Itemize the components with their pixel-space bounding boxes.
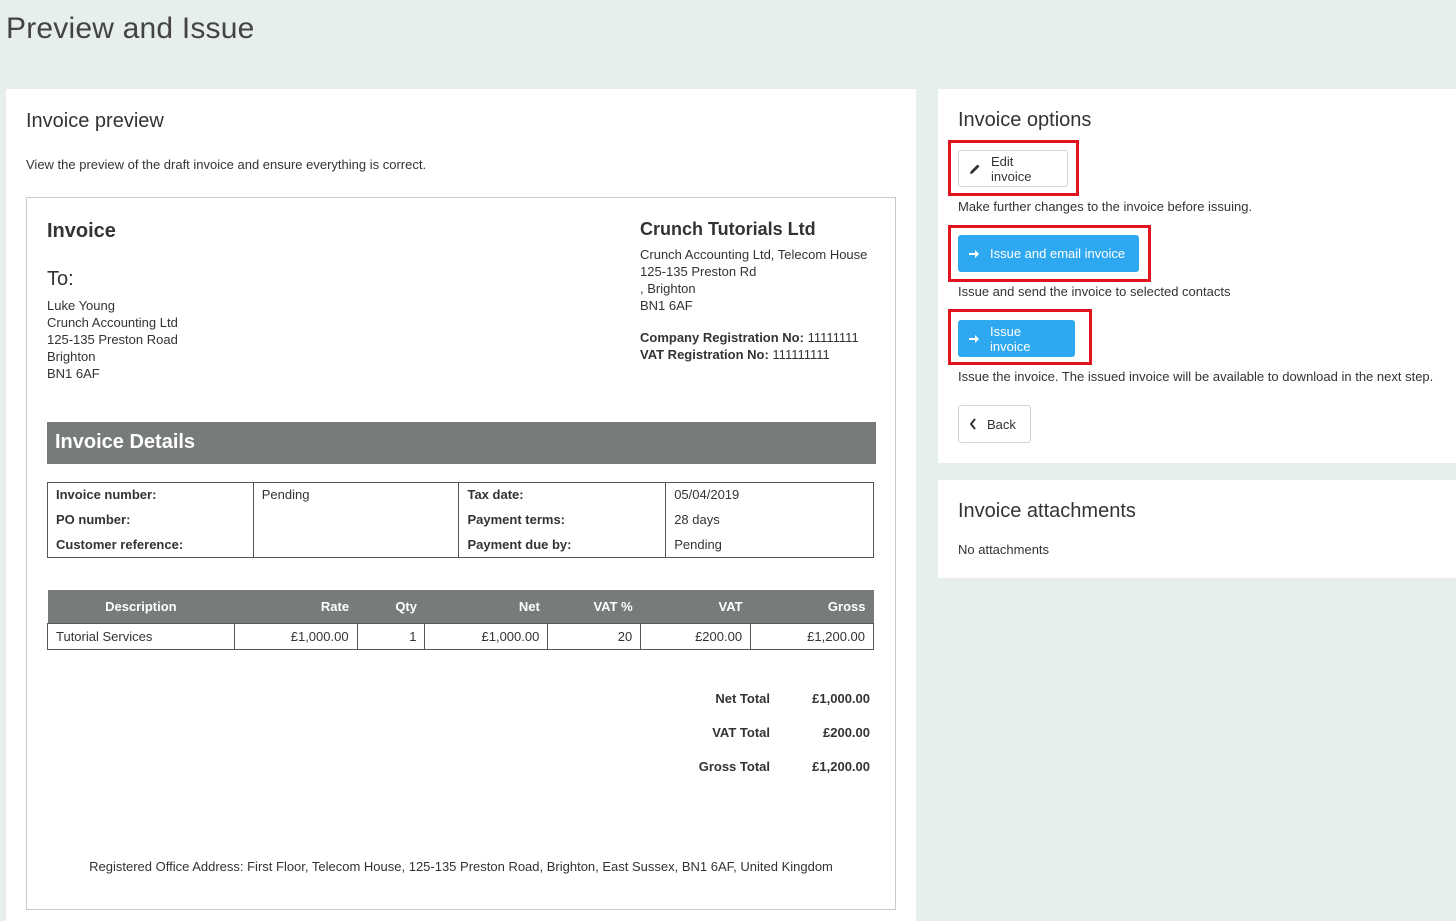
payment-due-value: Pending: [665, 532, 874, 558]
invoice-preview-description: View the preview of the draft invoice an…: [26, 157, 427, 172]
chevron-left-icon: [969, 418, 977, 430]
customer-ref-label: Customer reference:: [47, 532, 254, 558]
recipient-line: Luke Young: [47, 298, 115, 313]
column-header: Gross: [750, 590, 874, 623]
invoice-meta-table: Invoice number: Pending Tax date: 05/04/…: [47, 482, 874, 558]
issue-and-email-help: Issue and send the invoice to selected c…: [958, 284, 1231, 299]
item-qty: 1: [356, 622, 426, 650]
recipient-line: Crunch Accounting Ltd: [47, 315, 178, 330]
tax-date-label: Tax date:: [458, 482, 667, 508]
recipient-line: Brighton: [47, 349, 96, 364]
line-items-table: Description Rate Qty Net VAT % VAT Gross…: [47, 590, 874, 650]
item-description: Tutorial Services: [47, 622, 235, 650]
item-gross: £1,200.00: [750, 622, 874, 650]
tax-date-value: 05/04/2019: [665, 482, 874, 508]
back-label: Back: [987, 416, 1016, 432]
arrow-right-icon: [968, 333, 980, 345]
invoice-options-title: Invoice options: [958, 109, 1092, 131]
invoice-document: Invoice To: Luke Young Crunch Accounting…: [26, 197, 896, 910]
column-header: VAT: [640, 590, 751, 623]
invoice-preview-title: Invoice preview: [26, 110, 164, 132]
no-attachments-text: No attachments: [958, 542, 1050, 557]
pencil-icon: [969, 163, 981, 175]
po-number-label: PO number:: [47, 507, 254, 533]
company-line: Crunch Accounting Ltd, Telecom House: [640, 247, 868, 262]
issue-invoice-help: Issue the invoice. The issued invoice wi…: [958, 369, 1434, 384]
vat-reg-value: 111111111: [772, 347, 830, 362]
customer-ref-value: [252, 532, 460, 558]
company-reg-label: Company Registration No:: [640, 330, 804, 345]
column-header: Qty: [357, 590, 425, 623]
item-net: £1,000.00: [424, 622, 549, 650]
company-name: Crunch Tutorials Ltd: [640, 219, 816, 239]
column-header: Net: [424, 590, 548, 623]
payment-terms-label: Payment terms:: [458, 507, 667, 533]
company-address: Crunch Accounting Ltd, Telecom House 125…: [640, 246, 867, 314]
item-vat-pct: 20: [547, 622, 642, 650]
item-rate: £1,000.00: [233, 622, 358, 650]
to-label: To:: [47, 268, 74, 290]
arrow-right-icon: [968, 248, 980, 260]
payment-terms-value: 28 days: [665, 507, 874, 533]
edit-invoice-label: Edit invoice: [991, 153, 1032, 184]
item-vat: £200.00: [640, 622, 752, 650]
issue-invoice-label: Issue invoice: [990, 323, 1031, 354]
edit-invoice-help: Make further changes to the invoice befo…: [958, 199, 1253, 214]
invoice-details-header: Invoice Details: [47, 422, 876, 464]
vat-total-label: VAT Total: [712, 725, 770, 740]
gross-total-value: £1,200.00: [812, 759, 870, 774]
issue-invoice-button[interactable]: Issue invoice: [958, 320, 1075, 357]
back-button[interactable]: Back: [958, 405, 1031, 443]
payment-due-label: Payment due by:: [458, 532, 667, 558]
invoice-heading: Invoice: [47, 220, 116, 242]
recipient-address: Luke Young Crunch Accounting Ltd 125-135…: [47, 297, 178, 382]
column-header: Rate: [234, 590, 358, 623]
company-line: 125-135 Preston Rd: [640, 264, 757, 279]
invoice-number-label: Invoice number:: [47, 482, 254, 508]
page-title: Preview and Issue: [6, 12, 255, 45]
recipient-line: BN1 6AF: [47, 366, 100, 381]
invoice-preview-panel: Invoice preview View the preview of the …: [6, 89, 916, 921]
invoice-number-value: Pending: [252, 482, 460, 508]
issue-and-email-label: Issue and email invoice: [990, 246, 1126, 261]
gross-total-label: Gross Total: [698, 759, 770, 774]
column-header: Description: [47, 590, 235, 623]
net-total-value: £1,000.00: [812, 691, 870, 706]
edit-invoice-button[interactable]: Edit invoice: [958, 150, 1068, 187]
company-registration: Company Registration No: 11111111 VAT Re…: [640, 329, 859, 363]
vat-total-value: £200.00: [823, 725, 870, 740]
company-line: BN1 6AF: [640, 298, 693, 313]
recipient-line: 125-135 Preston Road: [47, 332, 178, 347]
po-number-value: [252, 507, 460, 533]
vat-reg-label: VAT Registration No:: [640, 347, 769, 362]
invoice-attachments-panel: Invoice attachments No attachments: [938, 480, 1456, 578]
invoice-totals: Net Total £1,000.00 VAT Total £200.00 Gros…: [690, 691, 870, 793]
invoice-attachments-title: Invoice attachments: [958, 500, 1136, 522]
registered-office-address: Registered Office Address: First Floor, …: [89, 859, 833, 874]
net-total-label: Net Total: [715, 691, 770, 706]
company-reg-value: 11111111: [807, 330, 859, 345]
table-row: Tutorial Services £1,000.00 1 £1,000.00 …: [47, 622, 874, 650]
company-line: , Brighton: [640, 281, 696, 296]
column-header: VAT %: [547, 590, 641, 623]
issue-and-email-button[interactable]: Issue and email invoice: [958, 235, 1139, 272]
invoice-options-panel: Invoice options Edit invoice Make furthe…: [938, 89, 1456, 463]
